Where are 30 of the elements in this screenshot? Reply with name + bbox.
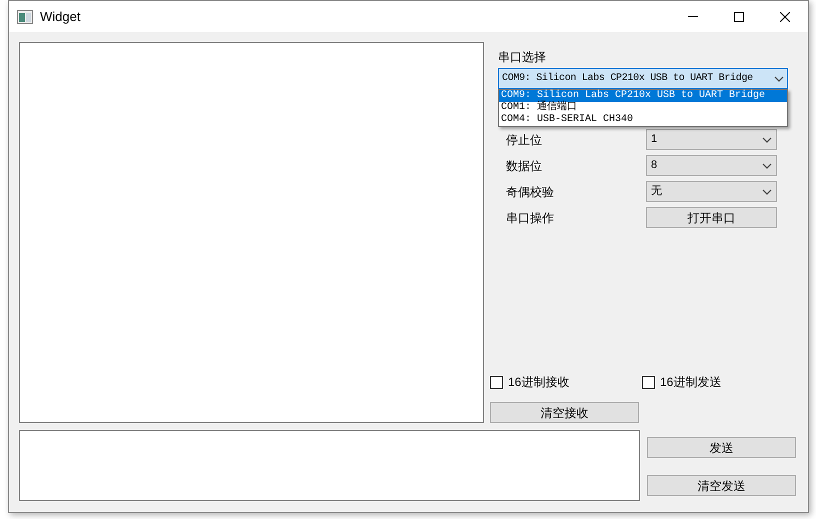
setting-select[interactable]: 1 [646, 129, 777, 150]
chevron-down-icon [774, 76, 784, 82]
checkbox-label: 16进制发送 [660, 374, 722, 391]
setting-select[interactable]: 8 [646, 155, 777, 176]
minimize-icon [688, 16, 698, 17]
send-button[interactable]: 发送 [647, 437, 796, 458]
dropdown-option[interactable]: COM1: 通信端口 [499, 102, 787, 114]
maximize-icon [734, 12, 744, 22]
setting-label: 奇偶校验 [506, 184, 555, 200]
setting-label: 停止位 [506, 132, 543, 148]
clear-receive-button[interactable]: 清空接收 [490, 402, 639, 423]
setting-label: 数据位 [506, 158, 543, 174]
send-text-area[interactable] [19, 430, 640, 501]
port-select-label: 串口选择 [498, 49, 547, 65]
open-port-button[interactable]: 打开串口 [646, 207, 777, 228]
dropdown-option[interactable]: COM4: USB-SERIAL CH340 [499, 114, 787, 126]
dropdown-option[interactable]: COM9: Silicon Labs CP210x USB to UART Bridge [499, 90, 787, 102]
setting-select[interactable]: 无 [646, 181, 777, 202]
chevron-down-icon [762, 188, 772, 194]
chevron-down-icon [762, 162, 772, 168]
checkbox[interactable] [490, 376, 503, 388]
window-title: Widget [40, 8, 80, 26]
app-icon [17, 10, 33, 24]
checkbox[interactable] [642, 376, 655, 388]
setting-label: 串口操作 [506, 210, 555, 226]
checkbox-label: 16进制接收 [508, 374, 570, 391]
clear-send-button[interactable]: 清空发送 [647, 475, 796, 496]
close-icon [780, 12, 790, 22]
chevron-down-icon [762, 136, 772, 142]
port-select[interactable]: COM9: Silicon Labs CP210x USB to UART Bridge [498, 68, 788, 89]
